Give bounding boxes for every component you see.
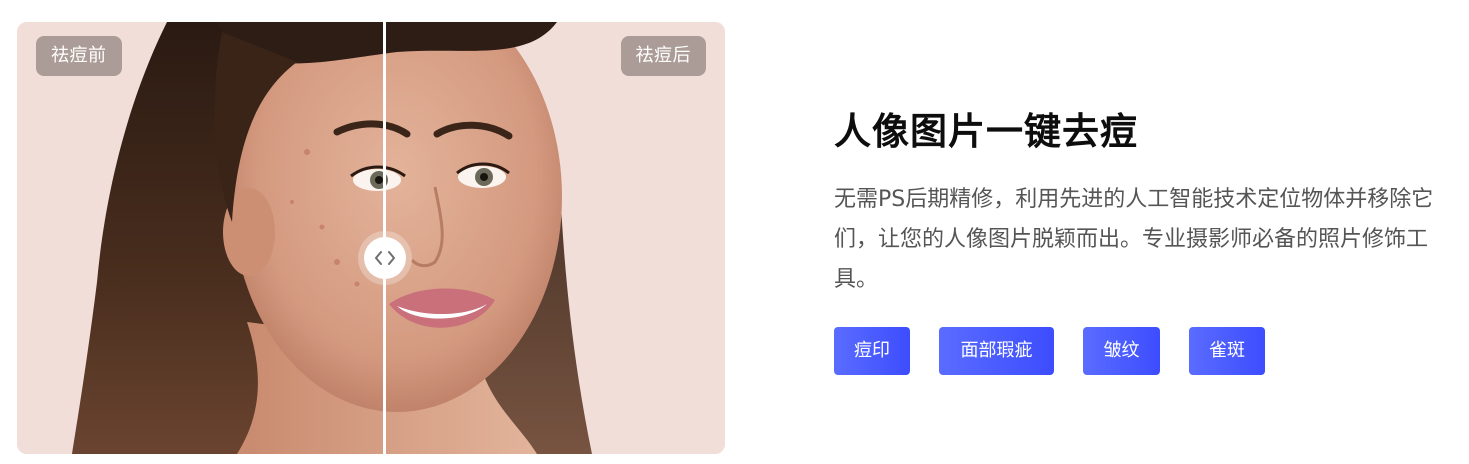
feature-description: 无需PS后期精修，利用先进的人工智能技术定位物体并移除它们，让您的人像图片脱颖而… (834, 187, 1434, 292)
feature-section: 祛痘前 祛痘后 人像图片一键去痘 无需PS后期精修，利用先进的人工智能技术定位物… (0, 0, 1469, 464)
portrait-image (17, 22, 725, 454)
comparison-slider-handle[interactable] (364, 237, 406, 279)
feature-title: 人像图片一键去痘 (834, 110, 1138, 153)
chevron-left-right-icon (375, 251, 395, 265)
tag-facial-blemishes[interactable]: 面部瑕疵 (939, 327, 1054, 375)
before-after-comparison[interactable]: 祛痘前 祛痘后 (17, 22, 725, 454)
tag-freckles[interactable]: 雀斑 (1189, 327, 1265, 375)
after-label: 祛痘后 (620, 36, 706, 76)
before-label: 祛痘前 (36, 36, 122, 76)
tag-acne-marks[interactable]: 痘印 (834, 327, 910, 375)
tag-wrinkles[interactable]: 皱纹 (1083, 327, 1160, 375)
